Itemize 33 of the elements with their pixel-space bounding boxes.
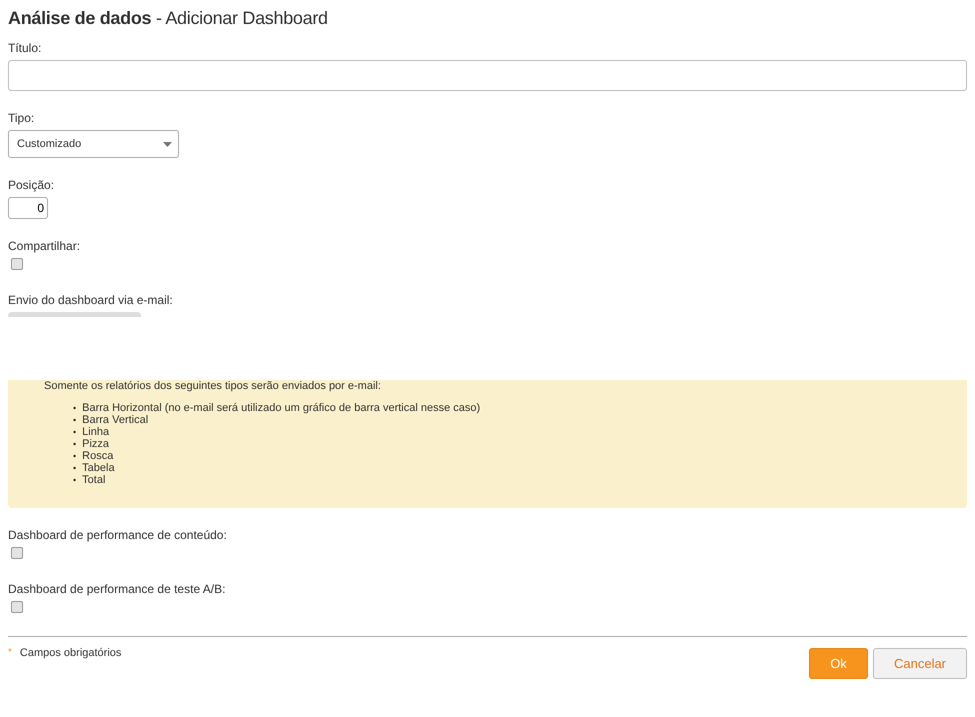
field-label: Envio do dashboard via e-mail: (8, 293, 174, 307)
list-item: Total (82, 474, 106, 486)
bullet: • (73, 426, 76, 438)
list-item: Pizza (82, 438, 110, 450)
list-item: Rosca (82, 450, 114, 462)
field-label: Título: (8, 41, 42, 55)
field-label: Compartilhar: (8, 239, 82, 253)
type-dropdown[interactable]: Customizado (8, 130, 179, 158)
list-item: Linha (82, 426, 110, 438)
position-input[interactable]: 0 (8, 197, 48, 219)
bullet: • (73, 462, 76, 474)
list-item: Tabela (82, 462, 115, 474)
list-item: Barra Vertical (82, 414, 148, 426)
bullet: • (73, 450, 76, 462)
notice-text: Somente os relatórios dos seguintes tipos serão enviados por e-mail: (44, 380, 382, 392)
page-title: Análise de dados - Adicionar Dashboard (8, 8, 329, 29)
field-label: Posição: (8, 178, 56, 192)
list-item: Barra Horizontal (no e-mail será utilizado um gráfico de barra vertical nesse caso) (82, 402, 480, 414)
bullet: • (73, 402, 76, 414)
toggle-control[interactable] (8, 312, 141, 317)
checkbox[interactable] (11, 258, 23, 270)
title-input[interactable] (8, 60, 967, 91)
field-label: Dashboard de performance de teste A/B: (8, 582, 226, 596)
required-note: Campos obrigatórios (20, 647, 122, 659)
bullet: • (73, 474, 76, 486)
caret-icon (163, 142, 172, 146)
field-label: Dashboard de performance de conteúdo: (8, 528, 228, 542)
field-label: Tipo: (8, 111, 36, 125)
bullet: • (73, 438, 76, 450)
bullet: • (73, 414, 76, 426)
required-mark: * (8, 647, 12, 659)
checkbox[interactable] (11, 601, 23, 613)
checkbox[interactable] (11, 547, 23, 559)
